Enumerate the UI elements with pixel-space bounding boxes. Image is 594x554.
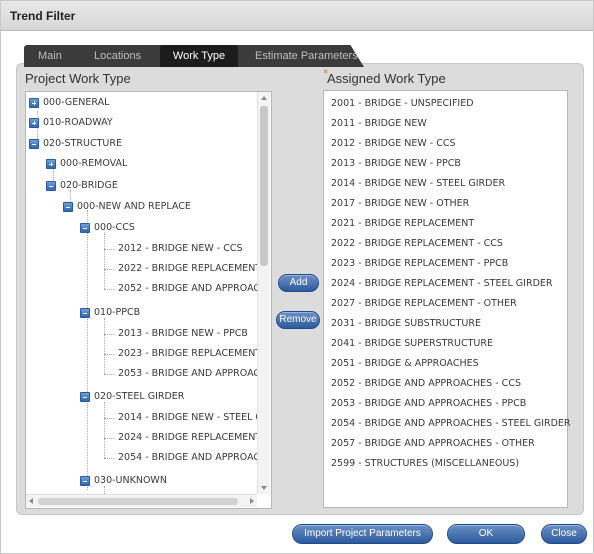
tree-node-label: 000-NEW AND REPLACE [77, 201, 191, 212]
tree-leaf[interactable]: 2054 - BRIDGE AND APPROAC [118, 450, 259, 466]
list-item[interactable]: 2051 - BRIDGE & APPROACHES [331, 356, 479, 372]
remove-button[interactable]: Remove [276, 311, 320, 329]
tree-node-roadway[interactable]: 010-ROADWAY [29, 115, 259, 131]
tree-node-structure[interactable]: 020-STRUCTURE [29, 136, 259, 152]
tree-node-ccs[interactable]: 000-CCS [80, 220, 259, 236]
tree-connector [104, 233, 105, 289]
list-item[interactable]: 2052 - BRIDGE AND APPROACHES - CCS [331, 376, 521, 392]
list-item[interactable]: 2041 - BRIDGE SUPERSTRUCTURE [331, 336, 493, 352]
tab-work-type[interactable]: Work Type [160, 45, 238, 67]
tree-leaf[interactable]: 2023 - BRIDGE REPLACEMENT [118, 346, 259, 362]
tree-node-label: 000-REMOVAL [60, 158, 128, 169]
list-item[interactable]: 2013 - BRIDGE NEW - PPCB [331, 156, 461, 172]
title-bar: Trend Filter [1, 1, 593, 31]
tree-vertical-scrollbar[interactable] [257, 92, 270, 494]
tree-node-removal[interactable]: 000-REMOVAL [46, 156, 259, 172]
dialog-title: Trend Filter [10, 9, 76, 23]
tab-strip: Main Locations Work Type Estimate Parame… [24, 45, 364, 67]
tree-connector [104, 418, 114, 419]
collapse-minus-icon[interactable] [80, 308, 90, 318]
tree-leaf[interactable]: 2014 - BRIDGE NEW - STEEL G [118, 410, 259, 426]
list-item[interactable]: 2023 - BRIDGE REPLACEMENT - PPCB [331, 256, 508, 272]
expand-plus-icon[interactable] [29, 118, 39, 128]
tree-leaf[interactable]: 2013 - BRIDGE NEW - PPCB [118, 326, 259, 342]
tree-node-label: 030-UNKNOWN [94, 475, 167, 486]
import-project-parameters-button[interactable]: Import Project Parameters [292, 524, 433, 544]
tree-leaf[interactable]: 2024 - BRIDGE REPLACEMENT [118, 430, 259, 446]
tree-node-label: 000-CCS [94, 222, 135, 233]
tree-node-ppcb[interactable]: 010-PPCB [80, 305, 259, 321]
tree-connector [104, 458, 114, 459]
list-item[interactable]: 2017 - BRIDGE NEW - OTHER [331, 196, 469, 212]
assigned-work-type-heading: Assigned Work Type [327, 71, 446, 86]
tree-leaf[interactable]: 2052 - BRIDGE AND APPROAC [118, 281, 259, 297]
list-item[interactable]: 2054 - BRIDGE AND APPROACHES - STEEL GIR… [331, 416, 571, 432]
list-item[interactable]: 2599 - STRUCTURES (MISCELLANEOUS) [331, 456, 519, 472]
expand-plus-icon[interactable] [46, 159, 56, 169]
tree-connector [87, 210, 88, 490]
list-item[interactable]: 2012 - BRIDGE NEW - CCS [331, 136, 456, 152]
tree-node-bridge[interactable]: 020-BRIDGE [46, 178, 259, 194]
collapse-minus-icon[interactable] [63, 202, 73, 212]
project-work-type-heading: Project Work Type [25, 71, 131, 86]
tree-connector [104, 249, 114, 250]
trend-filter-dialog: Trend Filter Main Locations Work Type Es… [0, 0, 594, 554]
tree-horizontal-scrollbar[interactable] [26, 494, 257, 507]
list-item[interactable]: 2027 - BRIDGE REPLACEMENT - OTHER [331, 296, 517, 312]
collapse-minus-icon[interactable] [80, 476, 90, 486]
tree-connector [104, 269, 114, 270]
scroll-up-arrow-icon[interactable] [261, 96, 267, 100]
scroll-down-arrow-icon[interactable] [261, 486, 267, 490]
tree-node-label: 010-ROADWAY [43, 117, 113, 128]
close-button[interactable]: Close [541, 524, 587, 544]
assigned-work-type-list[interactable]: 2001 - BRIDGE - UNSPECIFIED 2011 - BRIDG… [323, 90, 571, 508]
collapse-minus-icon[interactable] [80, 392, 90, 402]
scroll-thumb[interactable] [260, 106, 268, 266]
list-item[interactable]: 2001 - BRIDGE - UNSPECIFIED [331, 96, 474, 112]
tree-node-label: 000-GENERAL [43, 97, 110, 108]
scroll-left-arrow-icon[interactable] [29, 498, 33, 504]
tree-node-unknown[interactable]: 030-UNKNOWN [80, 473, 259, 489]
tree-node-label: 010-PPCB [94, 307, 141, 318]
tree-connector [104, 318, 105, 374]
tree-connector [104, 438, 114, 439]
list-item[interactable]: 2031 - BRIDGE SUBSTRUCTURE [331, 316, 481, 332]
scroll-right-arrow-icon[interactable] [250, 498, 254, 504]
tree-node-label: 020-BRIDGE [60, 180, 118, 191]
list-item[interactable]: 2053 - BRIDGE AND APPROACHES - PPCB [331, 396, 526, 412]
project-work-type-tree[interactable]: 000-GENERAL 010-ROADWAY 020-STRUCTURE 00… [25, 91, 272, 509]
tree-node-label: 020-STEEL GIRDER [94, 391, 185, 402]
tree-leaf[interactable]: 2012 - BRIDGE NEW - CCS [118, 241, 259, 257]
tree-connector [104, 289, 114, 290]
tree-node-label: 020-STRUCTURE [43, 138, 122, 149]
tree-node-new-and-replace[interactable]: 000-NEW AND REPLACE [63, 199, 259, 215]
tab-estimate-parameters[interactable]: Estimate Parameters [255, 45, 364, 67]
collapse-minus-icon[interactable] [46, 181, 56, 191]
tree-connector [104, 334, 114, 335]
tree-connector [104, 402, 105, 458]
tab-locations[interactable]: Locations [94, 45, 154, 67]
tree-leaf[interactable]: 2022 - BRIDGE REPLACEMENT [118, 261, 259, 277]
expand-plus-icon[interactable] [29, 98, 39, 108]
tree-node-steel-girder[interactable]: 020-STEEL GIRDER [80, 389, 259, 405]
list-item[interactable]: 2021 - BRIDGE REPLACEMENT [331, 216, 474, 232]
tree-connector [104, 374, 114, 375]
ok-button[interactable]: OK [447, 524, 525, 544]
tree-node-general[interactable]: 000-GENERAL [29, 95, 259, 111]
tree-leaf[interactable]: 2053 - BRIDGE AND APPROAC [118, 366, 259, 382]
list-item[interactable]: 2014 - BRIDGE NEW - STEEL GIRDER [331, 176, 505, 192]
scroll-thumb[interactable] [38, 498, 238, 505]
collapse-minus-icon[interactable] [29, 139, 39, 149]
tree-connector [104, 354, 114, 355]
list-item[interactable]: 2024 - BRIDGE REPLACEMENT - STEEL GIRDER [331, 276, 552, 292]
list-item[interactable]: 2011 - BRIDGE NEW [331, 116, 427, 132]
collapse-minus-icon[interactable] [80, 223, 90, 233]
tab-main[interactable]: Main [38, 45, 74, 67]
add-button[interactable]: Add [278, 274, 319, 292]
list-item[interactable]: 2057 - BRIDGE AND APPROACHES - OTHER [331, 436, 535, 452]
list-item[interactable]: 2022 - BRIDGE REPLACEMENT - CCS [331, 236, 503, 252]
